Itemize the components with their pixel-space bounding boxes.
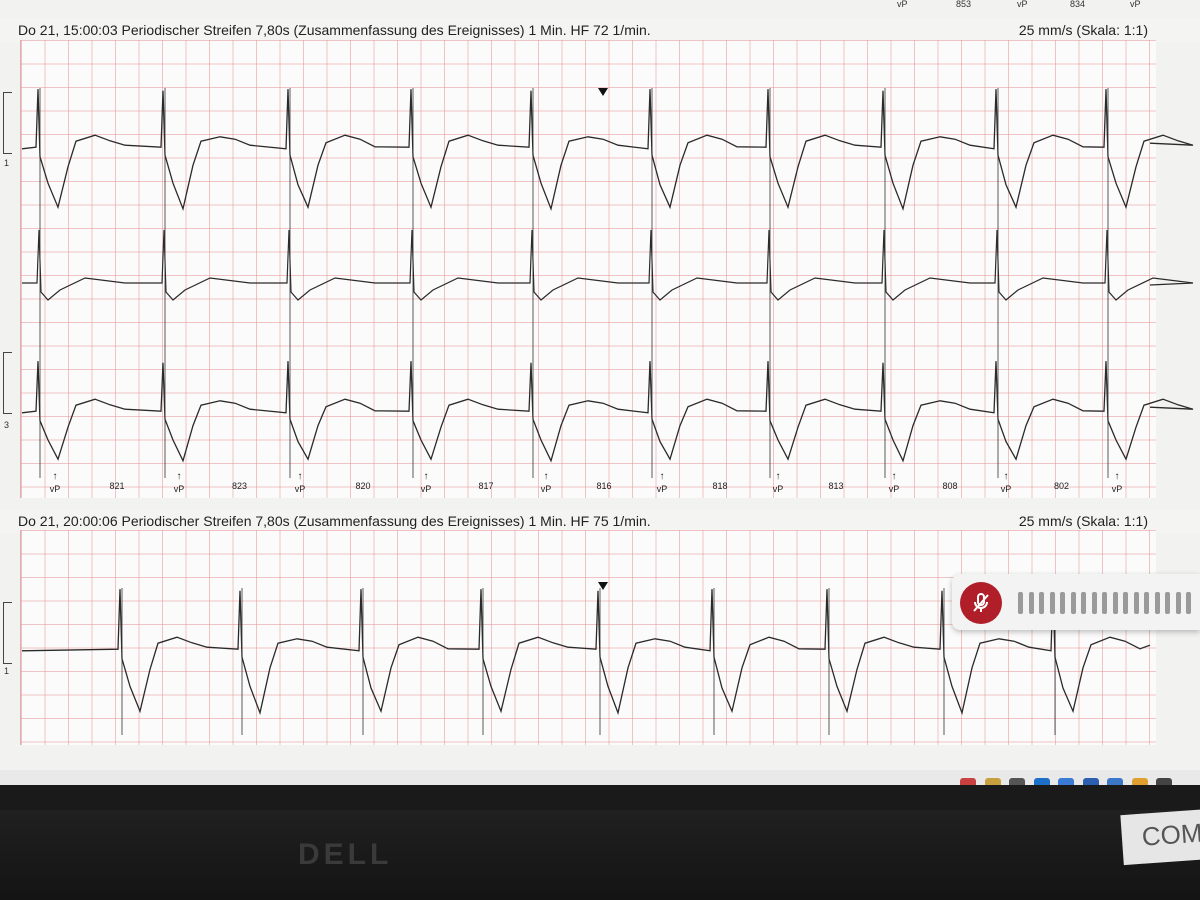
level-bar: [1039, 592, 1044, 614]
level-bar: [1091, 592, 1097, 614]
ecg-lead-trace: [22, 229, 1194, 301]
level-bar: [1102, 592, 1107, 614]
app-person-icon[interactable]: [1107, 778, 1123, 785]
pace-marker-label: vP: [772, 484, 784, 494]
app-s-icon[interactable]: [1082, 778, 1099, 785]
mic-muted-button[interactable]: [960, 582, 1002, 624]
app-sticky-icon[interactable]: [1131, 778, 1148, 785]
level-bar: [1165, 592, 1170, 614]
level-bar: [1070, 592, 1076, 614]
level-bar: [1186, 592, 1191, 614]
pace-marker-label: vP: [1111, 484, 1123, 494]
level-bar: [1018, 592, 1023, 614]
level-bar: [1049, 592, 1055, 614]
rr-interval-label: 818: [712, 481, 728, 491]
pace-marker-label: vP: [294, 484, 306, 494]
battery-icon[interactable]: [1009, 778, 1025, 785]
ecg-traces: [21, 88, 1194, 735]
pace-marker-label: vP: [1000, 484, 1012, 494]
pace-marker-label: vP: [656, 484, 668, 494]
network-icon[interactable]: [960, 778, 976, 785]
level-bar: [1112, 592, 1118, 614]
pace-arrow-icon: ↑: [1003, 471, 1009, 482]
pace-arrow-icon: ↑: [423, 471, 429, 482]
rr-interval-label: 823: [231, 481, 248, 491]
level-bar: [1133, 592, 1139, 614]
outlook-icon[interactable]: [1033, 778, 1050, 785]
level-bar: [1028, 592, 1034, 614]
pace-marker-label: vP: [540, 484, 552, 494]
level-bar: [1123, 592, 1128, 614]
rr-interval-label: 821: [109, 481, 125, 491]
dell-logo: DELL: [298, 838, 393, 871]
level-bar: [1144, 592, 1149, 614]
pace-marker-label: vP: [888, 484, 900, 494]
mic-muted-icon: [973, 593, 989, 612]
voice-recorder-widget[interactable]: [952, 574, 1200, 630]
pace-marker-label: vP: [173, 484, 185, 494]
chrome-icon[interactable]: [1058, 778, 1074, 785]
event-marker-icon: [598, 88, 608, 96]
pace-marker-label: vP: [420, 484, 432, 494]
rr-interval-label: 813: [828, 481, 844, 491]
pace-arrow-icon: ↑: [52, 471, 58, 482]
taskbar: [0, 770, 1200, 785]
pace-arrow-icon: ↑: [297, 471, 303, 482]
level-bar: [1081, 592, 1086, 614]
rr-interval-label: 808: [942, 481, 958, 491]
ecg-lead-trace: [21, 89, 1194, 212]
pace-arrow-icon: ↑: [543, 471, 549, 482]
rr-interval-label: 802: [1053, 481, 1070, 491]
user-icon[interactable]: [984, 778, 1001, 785]
monitor-screen: vP 853 vP 834 vP Do 21, 15:00:03 Periodi…: [0, 0, 1200, 785]
pace-arrow-icon: ↑: [659, 471, 665, 482]
monitor-bezel: [0, 810, 1200, 900]
rr-interval-label: 817: [478, 481, 494, 491]
rr-interval-label: 816: [596, 481, 612, 491]
monitor-icon[interactable]: [1156, 778, 1172, 785]
pace-arrow-icon: ↑: [176, 471, 182, 482]
pace-arrow-icon: ↑: [775, 471, 781, 482]
rr-interval-label: 820: [355, 481, 371, 491]
pace-arrow-icon: ↑: [1114, 471, 1120, 482]
pace-marker-label: vP: [49, 484, 61, 494]
ecg-lead-trace: [21, 361, 1194, 463]
level-bar: [1154, 592, 1160, 614]
level-bar: [1060, 592, 1065, 614]
pace-arrow-icon: ↑: [891, 471, 897, 482]
level-bar: [1175, 592, 1181, 614]
sticker-label: COM: [1120, 808, 1200, 866]
event-marker-icon: [598, 582, 608, 590]
